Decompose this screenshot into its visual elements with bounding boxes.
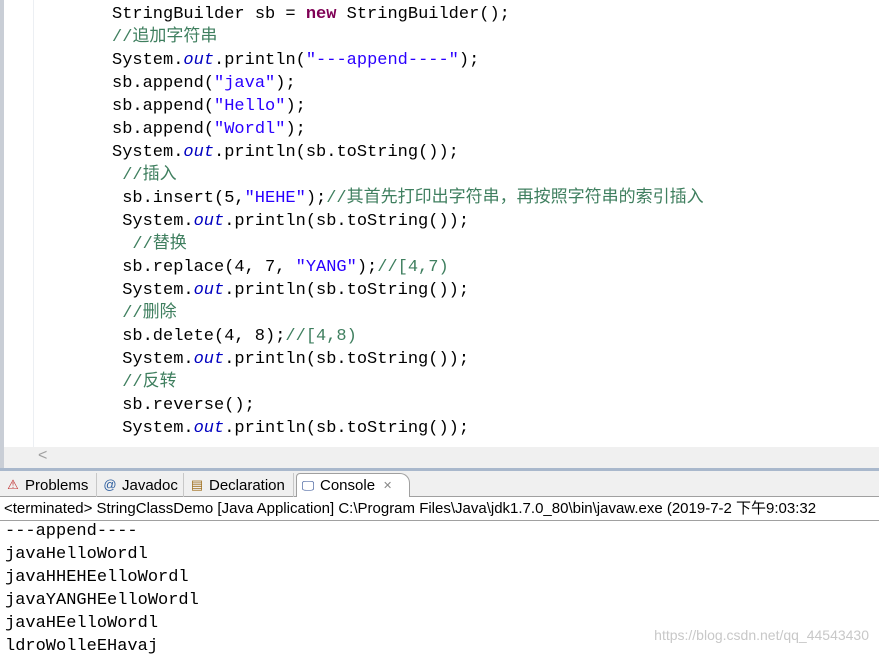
code-line: sb.reverse(); bbox=[122, 395, 255, 417]
code-line: System.out.println(sb.toString()); bbox=[122, 349, 469, 371]
tab-problems[interactable]: ⚠ Problems bbox=[2, 473, 97, 497]
code-token: .println(sb.toString()); bbox=[224, 281, 470, 300]
field: out bbox=[183, 51, 215, 70]
console-icon: 🖵 bbox=[301, 477, 315, 493]
declaration-icon: ▤ bbox=[190, 477, 204, 492]
code-token: sb.replace(4, 7, bbox=[122, 258, 296, 277]
code-token: sb.insert(5, bbox=[122, 189, 245, 208]
editor-gutter bbox=[4, 0, 34, 447]
code-line: //插入 bbox=[122, 165, 176, 187]
code-token: sb.append( bbox=[112, 97, 215, 116]
code-line: System.out.println("---append----"); bbox=[112, 50, 479, 72]
code-token: .println(sb.toString()); bbox=[224, 350, 470, 369]
code-token: ); bbox=[285, 97, 306, 116]
code-line: sb.insert(5,"HEHE");//其首先打印出字符串，再按照字符串的索… bbox=[122, 188, 703, 210]
string-literal: "YANG" bbox=[295, 258, 357, 277]
code-line: sb.replace(4, 7, "YANG");//[4,7) bbox=[122, 257, 448, 279]
console-output-line: javaYANGHEelloWordl bbox=[5, 591, 199, 610]
code-token: System. bbox=[122, 281, 194, 300]
code-token: ); bbox=[305, 189, 327, 208]
code-token: System. bbox=[112, 51, 184, 70]
code-token: StringBuilder sb = bbox=[112, 5, 306, 24]
code-line: //删除 bbox=[122, 303, 176, 325]
tab-label: Javadoc bbox=[122, 476, 178, 494]
comment: //删除 bbox=[122, 304, 177, 323]
close-icon[interactable]: ✕ bbox=[383, 479, 392, 492]
code-token: ); bbox=[285, 120, 306, 139]
comment: //[4,7) bbox=[377, 258, 449, 277]
code-line: System.out.println(sb.toString()); bbox=[112, 142, 459, 164]
code-token: ); bbox=[356, 258, 378, 277]
code-line: //反转 bbox=[122, 372, 176, 394]
tab-label: Console bbox=[320, 477, 376, 494]
code-token: .println(sb.toString()); bbox=[224, 419, 470, 438]
code-line: StringBuilder sb = new StringBuilder(); bbox=[112, 4, 510, 26]
code-line: //追加字符串 bbox=[112, 27, 217, 49]
horizontal-scrollbar[interactable]: < bbox=[0, 447, 879, 468]
tab-console[interactable]: 🖵 Console ✕ bbox=[296, 473, 410, 497]
view-tabs: ⚠ Problems @ Javadoc ▤ Declaration 🖵 Console ✕ bbox=[0, 471, 879, 497]
comment: //追加字符串 bbox=[112, 28, 218, 47]
string-literal: "Hello" bbox=[214, 97, 286, 116]
code-line: sb.append("Wordl"); bbox=[112, 119, 306, 141]
tab-javadoc[interactable]: @ Javadoc bbox=[99, 473, 184, 497]
code-token: System. bbox=[122, 350, 194, 369]
console-output-line: javaHHEHEelloWordl bbox=[5, 568, 189, 587]
code-line: //替换 bbox=[132, 234, 186, 256]
comment: //插入 bbox=[122, 166, 177, 185]
code-token: .println(sb.toString()); bbox=[214, 143, 459, 162]
code-line: sb.append("Hello"); bbox=[112, 96, 306, 118]
code-token: sb.delete(4, 8); bbox=[122, 327, 286, 346]
comment: //反转 bbox=[122, 373, 177, 392]
string-literal: "HEHE" bbox=[244, 189, 306, 208]
string-literal: "---append----" bbox=[305, 51, 459, 70]
code-line: sb.delete(4, 8);//[4,8) bbox=[122, 326, 357, 348]
code-token: sb.append( bbox=[112, 74, 215, 93]
string-literal: "java" bbox=[214, 74, 276, 93]
field: out bbox=[193, 419, 225, 438]
comment: //[4,8) bbox=[285, 327, 357, 346]
code-token: System. bbox=[122, 212, 194, 231]
watermark: https://blog.csdn.net/qq_44543430 bbox=[654, 627, 869, 643]
code-token: System. bbox=[112, 143, 184, 162]
code-line: System.out.println(sb.toString()); bbox=[122, 418, 469, 440]
console-output-line: ---append---- bbox=[5, 522, 138, 541]
code-token: .println(sb.toString()); bbox=[224, 212, 470, 231]
code-line: System.out.println(sb.toString()); bbox=[122, 211, 469, 233]
code-token: ); bbox=[275, 74, 296, 93]
code-token: sb.append( bbox=[112, 120, 215, 139]
comment: //替换 bbox=[132, 235, 187, 254]
field: out bbox=[193, 350, 225, 369]
code-line: sb.append("java"); bbox=[112, 73, 296, 95]
string-literal: "Wordl" bbox=[214, 120, 286, 139]
code-token: StringBuilder(); bbox=[336, 5, 510, 24]
keyword: new bbox=[305, 5, 337, 24]
code-token: System. bbox=[122, 419, 194, 438]
console-output-line: javaHEelloWordl bbox=[5, 614, 159, 633]
at-icon: @ bbox=[103, 477, 117, 492]
field: out bbox=[193, 212, 225, 231]
field: out bbox=[193, 281, 225, 300]
code-token: .println( bbox=[214, 51, 306, 70]
code-line: System.out.println(sb.toString()); bbox=[122, 280, 469, 302]
console-header: <terminated> StringClassDemo [Java Appli… bbox=[0, 497, 879, 521]
console-output-line: javaHelloWordl bbox=[5, 545, 148, 564]
code-token: sb.reverse(); bbox=[122, 396, 255, 415]
comment: //其首先打印出字符串，再按照字符串的索引插入 bbox=[326, 189, 704, 208]
code-token: ); bbox=[458, 51, 480, 70]
tab-label: Problems bbox=[25, 476, 89, 494]
tab-declaration[interactable]: ▤ Declaration bbox=[186, 473, 294, 497]
code-editor[interactable]: StringBuilder sb = new StringBuilder(); /… bbox=[0, 0, 879, 447]
problems-icon: ⚠ bbox=[7, 477, 19, 492]
scroll-left-icon[interactable]: < bbox=[38, 447, 47, 465]
field: out bbox=[183, 143, 215, 162]
tab-label: Declaration bbox=[209, 476, 285, 494]
